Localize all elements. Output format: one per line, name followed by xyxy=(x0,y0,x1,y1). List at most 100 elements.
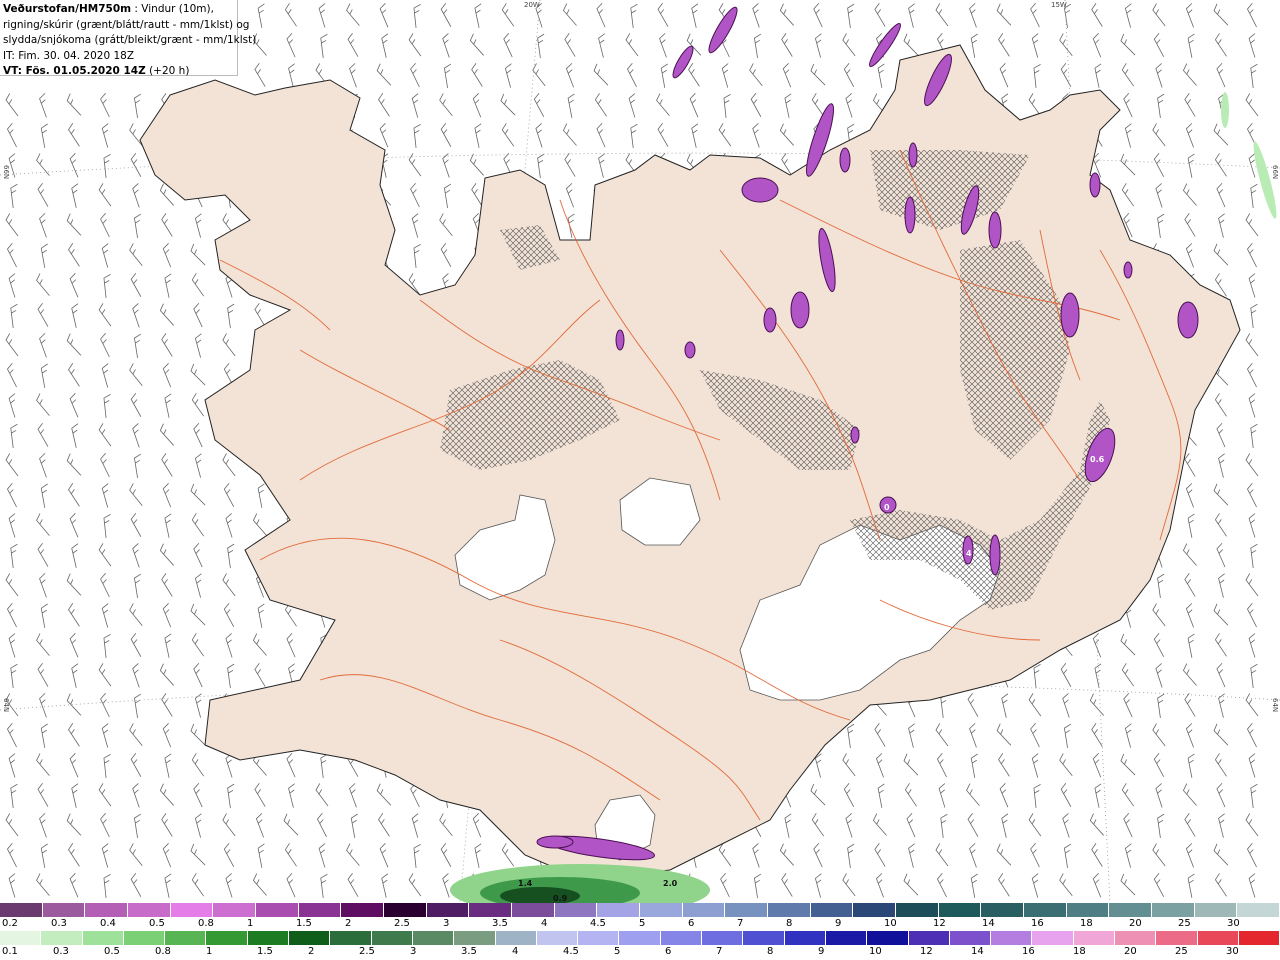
legend-label: 3.5 xyxy=(461,946,477,957)
legend-swatch xyxy=(371,931,413,945)
legend-swatch xyxy=(725,903,769,917)
legend-label: 5 xyxy=(614,946,621,957)
legend-swatch xyxy=(289,931,331,945)
legend-swatch xyxy=(981,903,1025,917)
legend-swatch xyxy=(908,931,950,945)
map-subtitle-rain: rigning/skúrir (grænt/blátt/rautt - mm/1… xyxy=(3,18,250,31)
legend-swatch xyxy=(82,931,124,945)
legend-swatch xyxy=(495,931,537,945)
lat-label-64n-right: 64N xyxy=(1271,698,1279,713)
legend-swatch xyxy=(640,903,683,917)
legend-swatch xyxy=(597,903,641,917)
legend-swatch xyxy=(578,931,620,945)
precip-label: 1.4 xyxy=(518,879,533,888)
legend-swatch xyxy=(128,903,171,917)
legend-swatch xyxy=(1109,903,1153,917)
legend-label: 16 xyxy=(1031,918,1044,929)
legend-label: 5 xyxy=(639,918,646,929)
legend-swatch xyxy=(41,931,83,945)
precip-label: 4 xyxy=(966,549,972,558)
legend-snow-colorbar xyxy=(0,903,1280,917)
legend-label: 20 xyxy=(1129,918,1142,929)
legend-label: 7 xyxy=(737,918,744,929)
legend-swatch xyxy=(384,903,427,917)
legend-swatch xyxy=(256,903,299,917)
legend-label: 7 xyxy=(716,946,723,957)
legend-swatch xyxy=(1156,931,1198,945)
initial-time: IT: Fim. 30. 04. 2020 18Z xyxy=(3,49,135,62)
legend-label: 8 xyxy=(767,946,774,957)
legend-label: 14 xyxy=(971,946,984,957)
legend-swatch xyxy=(810,903,854,917)
legend-swatch xyxy=(1238,931,1280,945)
legend-swatch xyxy=(213,903,257,917)
legend-swatch xyxy=(702,931,744,945)
lat-label-64n-left: 64N xyxy=(2,698,10,713)
legend-label: 3.5 xyxy=(492,918,508,929)
lon-label-15w: 15W xyxy=(1051,1,1067,9)
legend-label: 0.3 xyxy=(51,918,67,929)
legend-label: 25 xyxy=(1178,918,1191,929)
legend-swatch xyxy=(743,931,785,945)
legend-swatch xyxy=(867,931,909,945)
legend-swatch xyxy=(42,903,86,917)
precip-label: 0.6 xyxy=(1090,455,1105,464)
legend-swatch xyxy=(1073,931,1116,945)
legend-swatch xyxy=(536,931,579,945)
legend-swatch xyxy=(1032,931,1074,945)
precip-label: 0.9 xyxy=(553,894,568,903)
legend-label: 6 xyxy=(665,946,672,957)
legend-label: 2.5 xyxy=(394,918,410,929)
legend-label: 2 xyxy=(308,946,315,957)
legend-swatch xyxy=(1194,903,1238,917)
legend-swatch xyxy=(784,931,826,945)
valid-time: VT: Fös. 01.05.2020 14Z xyxy=(3,65,146,77)
legend-label: 8 xyxy=(786,918,793,929)
legend-rain-colorbar xyxy=(0,931,1280,945)
precip-label: 2.0 xyxy=(663,879,678,888)
legend-label: 0.5 xyxy=(149,918,165,929)
legend-swatch xyxy=(247,931,290,945)
legend-label: 18 xyxy=(1080,918,1093,929)
legend-swatch xyxy=(469,903,513,917)
legend-swatch xyxy=(512,903,555,917)
legend-swatch xyxy=(426,903,470,917)
legend-snow-labels: 0.2 0.3 0.4 0.5 0.8 1 1.5 2 2.5 3 3.5 4 4.5 5 6 7 8 9 10 12… xyxy=(0,918,1280,930)
lat-label-66n-right: 66N xyxy=(1271,165,1279,180)
legend-label: 10 xyxy=(884,918,897,929)
legend-swatch xyxy=(682,903,726,917)
legend-label: 0.5 xyxy=(104,946,120,957)
legend-swatch xyxy=(825,931,868,945)
legend-swatch xyxy=(991,931,1033,945)
legend-label: 0.8 xyxy=(155,946,171,957)
legend-label: 1 xyxy=(206,946,213,957)
legend-swatch xyxy=(619,931,661,945)
legend-label: 10 xyxy=(869,946,882,957)
legend-swatch xyxy=(0,931,42,945)
legend-label: 4 xyxy=(541,918,548,929)
legend-swatch xyxy=(1237,903,1280,917)
legend-swatch xyxy=(298,903,342,917)
legend-label: 4.5 xyxy=(563,946,579,957)
map-info-box: Veðurstofan/HM750m : Vindur (10m), rigni… xyxy=(0,0,256,77)
legend-label: 9 xyxy=(835,918,842,929)
legend-swatch xyxy=(1066,903,1110,917)
lat-label-66n-left: 66N xyxy=(2,165,10,180)
legend-label: 18 xyxy=(1073,946,1086,957)
legend-label: 0.3 xyxy=(53,946,69,957)
legend-swatch xyxy=(896,903,939,917)
legend-swatch xyxy=(554,903,598,917)
legend-swatch xyxy=(853,903,897,917)
legend-label: 25 xyxy=(1175,946,1188,957)
legend-label: 0.4 xyxy=(100,918,116,929)
legend-label: 30 xyxy=(1227,918,1240,929)
legend-label: 0.2 xyxy=(2,918,18,929)
legend-label: 4 xyxy=(512,946,519,957)
precip-label: 0 xyxy=(884,503,890,512)
legend-label: 12 xyxy=(933,918,946,929)
lon-label-20w: 20W xyxy=(524,1,540,9)
legend-label: 3 xyxy=(410,946,417,957)
legend-label: 0.8 xyxy=(198,918,214,929)
legend-label: 0.1 xyxy=(2,946,18,957)
legend-label: 16 xyxy=(1022,946,1035,957)
